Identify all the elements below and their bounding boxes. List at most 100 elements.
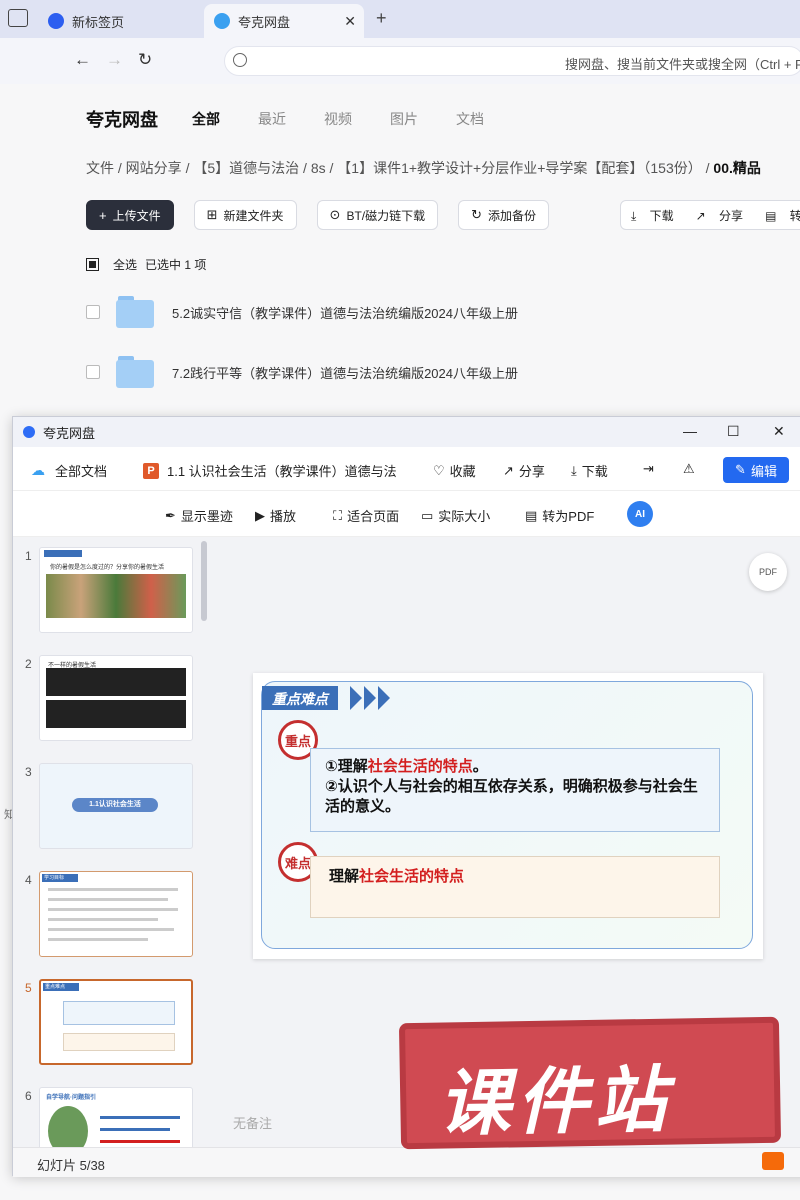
convert-button[interactable]: ▤ 转为 [765, 207, 800, 224]
reload-icon[interactable]: ↻ [138, 50, 152, 70]
share-icon: ↗ [503, 462, 514, 478]
share-doc-button[interactable]: ↗ 分享 [503, 461, 545, 480]
list-item[interactable]: 7.2践行平等（教学课件）道德与法治统编版2024八年级上册 [86, 356, 518, 388]
thumb-photos [46, 574, 186, 618]
magnet-icon: ⊙ [329, 207, 341, 222]
thumb-text-line [48, 928, 174, 931]
key-point-line-1: ①理解社会生活的特点。 [325, 757, 705, 777]
slide-thumb-6[interactable]: 自学导航·问题指引 [39, 1087, 193, 1147]
hard-highlight: 社会生活的特点 [359, 868, 465, 885]
thumb-caption: 1.1认识社会生活 [72, 798, 158, 812]
doc-title-text: 1.1 认识社会生活（教学课件）道德与法 [167, 464, 397, 479]
back-icon[interactable]: ← [74, 50, 91, 70]
hard-prefix: 理解 [329, 868, 360, 885]
thumb-caption: 重点难点 [43, 983, 79, 991]
crumb-grade[interactable]: 8s [311, 160, 326, 176]
to-pdf-button[interactable]: ▤ 转为PDF [525, 506, 594, 525]
tab-new-tab[interactable]: 新标签页 [38, 4, 202, 38]
plus-icon: + [99, 207, 107, 223]
crumb-subject[interactable]: 【5】道德与法治 [193, 160, 299, 176]
watermark-text: 课件站 [437, 1060, 674, 1145]
list-item[interactable]: 5.2诚实守信（教学课件）道德与法治统编版2024八年级上册 [86, 296, 518, 328]
slide-thumb-5[interactable]: 重点难点 [39, 979, 193, 1065]
select-all-row: 全选 已选中 1 项 [86, 256, 206, 273]
thumb-text-line [48, 888, 178, 891]
favorite-button[interactable]: ♡ 收藏 [433, 461, 476, 480]
close-tab-icon[interactable]: ✕ [344, 13, 356, 30]
actual-size-button[interactable]: ▭ 实际大小 [421, 506, 490, 525]
bt-download-button[interactable]: ⊙ BT/磁力链下载 [316, 200, 439, 230]
sidebar-toggle-icon[interactable] [8, 9, 28, 27]
drive-header: 夸克网盘 全部 最近 视频 图片 文档 [86, 106, 522, 132]
thumb-text-line [100, 1116, 180, 1119]
nav-image[interactable]: 图片 [390, 109, 418, 129]
nav-docs[interactable]: 文档 [456, 109, 484, 129]
download-button[interactable]: ⤓ 下载 [631, 207, 680, 224]
close-window-icon[interactable]: ✕ [773, 423, 785, 440]
thumb-filmstrip [46, 700, 186, 728]
watermark-stamp: 课件站 [398, 1016, 782, 1150]
share-button[interactable]: ↗ 分享 [696, 207, 749, 224]
slide-thumb-2[interactable]: 不一样的暑假生活 [39, 655, 193, 741]
select-all-checkbox[interactable] [86, 258, 99, 271]
new-folder-button[interactable]: ⊞ 新建文件夹 [193, 200, 297, 230]
key-point-box: ①理解社会生活的特点。 ②认识个人与社会的相互依存关系，明确积极参与社会生活的意… [310, 748, 720, 832]
slide-thumb-4[interactable]: 学习目标 [39, 871, 193, 957]
fit-page-button[interactable]: ⛶ 适合页面 [333, 506, 399, 525]
search-placeholder: 搜网盘、搜当前文件夹或搜全网（Ctrl + F [565, 57, 800, 72]
slide-thumb-1[interactable]: 你的暑假是怎么度过的？分享你的暑假生活 [39, 547, 193, 633]
thumb-photo [48, 1106, 88, 1147]
crumb-files[interactable]: 文件 [86, 160, 114, 176]
row-checkbox[interactable] [86, 305, 100, 319]
slide-header: 重点难点 [262, 686, 338, 710]
convert-pdf-fab[interactable]: PDF [749, 553, 787, 591]
browser-tabbar: 新标签页 夸克网盘 ✕ + [0, 0, 800, 38]
file-name: 7.2践行平等（教学课件）道德与法治统编版2024八年级上册 [172, 365, 518, 381]
feedback-icon[interactable]: ⚠ [683, 461, 695, 477]
crumb-sep: / [185, 160, 190, 176]
cloud-icon [214, 13, 230, 29]
forward-icon[interactable]: → [106, 50, 123, 70]
download-icon: ⤓ [571, 462, 577, 478]
favorite-label: 收藏 [449, 464, 476, 479]
tab-quark-drive[interactable]: 夸克网盘 ✕ [204, 4, 364, 38]
nav-recent[interactable]: 最近 [258, 109, 286, 129]
thumbnail-scrollbar[interactable] [201, 541, 207, 621]
feather-icon: ✒ [165, 507, 176, 523]
add-backup-button[interactable]: ↻ 添加备份 [458, 200, 550, 230]
crumb-share[interactable]: 网站分享 [126, 160, 182, 176]
breadcrumb: 文件 / 网站分享 / 【5】道德与法治 / 8s / 【1】课件1+教学设计+… [86, 158, 761, 178]
download-label: 下载 [649, 208, 674, 223]
thumb-number: 3 [25, 765, 32, 779]
search-input[interactable]: 搜网盘、搜当前文件夹或搜全网（Ctrl + F [224, 46, 800, 76]
download-doc-button[interactable]: ⤓ 下载 [571, 461, 608, 480]
viewer-title: 夸克网盘 [43, 425, 96, 441]
row-checkbox[interactable] [86, 365, 100, 379]
maximize-icon[interactable]: ☐ [727, 423, 740, 440]
thumb-number: 1 [25, 549, 32, 563]
nav-all[interactable]: 全部 [192, 109, 220, 129]
play-icon: ▶ [255, 507, 265, 523]
minimize-icon[interactable]: — [683, 423, 697, 439]
edit-button[interactable]: ✎ 编辑 [723, 457, 789, 483]
heart-icon: ♡ [433, 462, 445, 478]
crumb-course[interactable]: 【1】课件1+教学设计+分层作业+导学案【配套】（153份） [337, 160, 701, 176]
nav-video[interactable]: 视频 [324, 109, 352, 129]
all-docs-label: 全部文档 [55, 464, 108, 479]
show-ink-button[interactable]: ✒ 显示墨迹 [165, 506, 233, 525]
new-tab-icon[interactable]: + [376, 8, 387, 29]
thumb-text-line [48, 898, 168, 901]
to-pdf-label: 转为PDF [542, 509, 595, 524]
play-button[interactable]: ▶ 播放 [255, 506, 296, 525]
slide-thumbnails: 1 你的暑假是怎么度过的？分享你的暑假生活 2 不一样的暑假生活 3 1.1认识… [13, 537, 213, 1147]
all-docs-button[interactable]: ☁ 全部文档 [31, 461, 107, 480]
slide-thumb-3[interactable]: 1.1认识社会生活 [39, 763, 193, 849]
pencil-icon: ✎ [735, 462, 746, 477]
ai-assistant-icon[interactable]: AI [627, 501, 653, 527]
upload-button[interactable]: + 上传文件 [86, 200, 174, 230]
media-player-icon[interactable] [762, 1152, 784, 1170]
backup-icon: ↻ [471, 207, 483, 222]
export-icon[interactable]: ⇥ [643, 461, 654, 477]
actual-label: 实际大小 [438, 509, 491, 524]
viewer-status-bar: 幻灯片 5/38 [13, 1147, 800, 1177]
